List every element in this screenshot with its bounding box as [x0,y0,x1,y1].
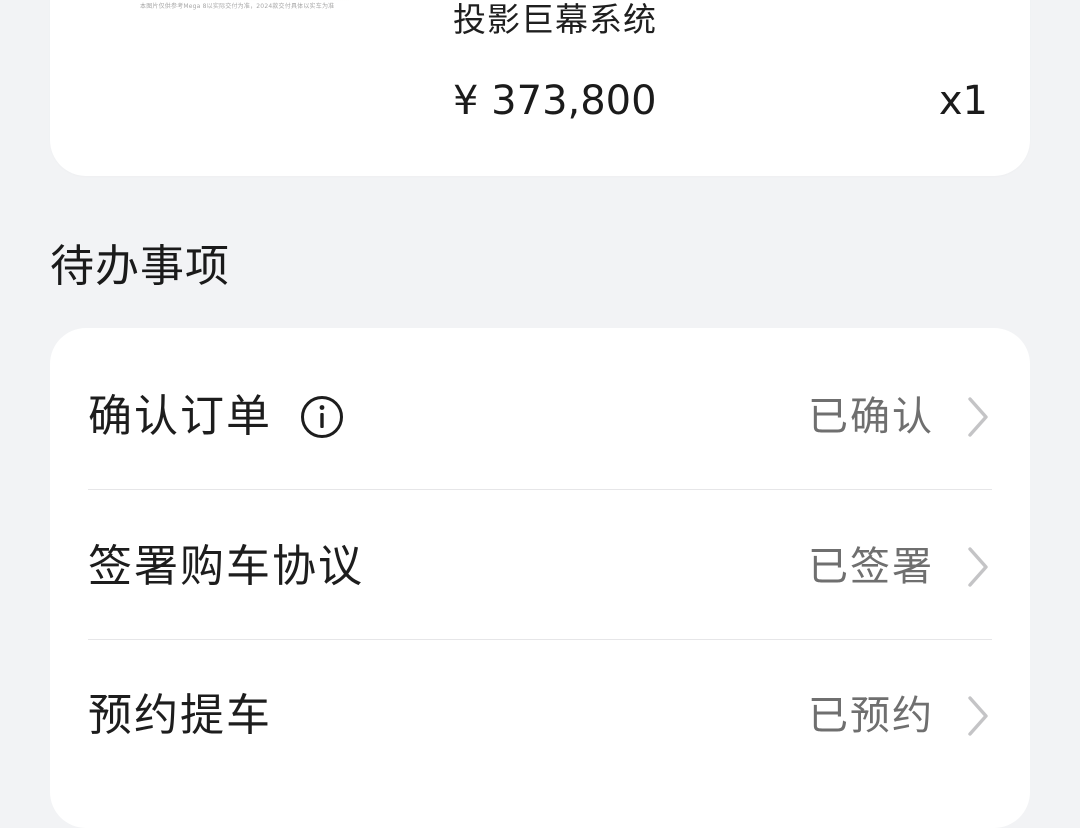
divider [88,489,992,490]
todo-item-label: 预约提车 [88,690,272,741]
todo-item-sign-agreement[interactable]: 签署购车协议 已签署 [88,492,992,642]
todo-card: 确认订单 已确认 签署购车协议 已签署 预约提车 已预约 [50,328,1030,828]
divider [88,639,992,640]
todo-item-status: 已预约 [808,693,934,739]
chevron-right-icon [964,395,992,439]
product-image-caption: 本图片仅供参考Mega 8以实际交付为准，2024款交付具体以实车为准 [140,3,335,10]
chevron-right-icon [964,694,992,738]
todo-item-status: 已确认 [808,394,934,440]
todo-item-label: 确认订单 [88,391,272,442]
todo-section-title: 待办事项 [50,241,230,292]
product-price: ¥ 373,800 [453,78,657,124]
product-quantity: x1 [938,78,988,124]
todo-item-label: 签署购车协议 [88,541,364,592]
product-name: 投影巨幕系统 [453,0,657,39]
info-icon[interactable] [300,395,344,439]
todo-item-status: 已签署 [808,544,934,590]
chevron-right-icon [964,545,992,589]
todo-item-book-pickup[interactable]: 预约提车 已预约 [88,641,992,791]
todo-item-confirm-order[interactable]: 确认订单 已确认 [88,342,992,492]
product-image: 本图片仅供参考Mega 8以实际交付为准，2024款交付具体以实车为准 [120,0,420,16]
product-card[interactable]: 本图片仅供参考Mega 8以实际交付为准，2024款交付具体以实车为准 投影巨幕… [50,0,1030,176]
